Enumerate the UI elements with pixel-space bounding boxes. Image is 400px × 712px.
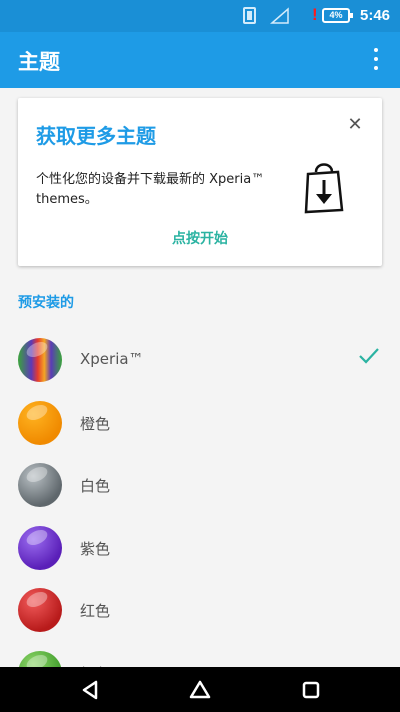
clock: 5:46 bbox=[360, 7, 391, 24]
theme-preview-icon bbox=[18, 525, 62, 570]
close-icon[interactable]: ✕ bbox=[344, 114, 366, 136]
promo-card-title: 获取更多主题 bbox=[36, 124, 156, 148]
theme-preview-icon bbox=[18, 463, 62, 507]
start-button[interactable]: 点按开始 bbox=[18, 228, 382, 248]
more-vert-icon[interactable] bbox=[368, 46, 384, 74]
section-header-preinstalled: 预安装的 bbox=[18, 295, 74, 311]
theme-item[interactable]: 白色 bbox=[0, 463, 400, 525]
signal-icon bbox=[270, 7, 289, 24]
theme-item[interactable]: 橙色 bbox=[0, 400, 400, 463]
battery-icon: 4% bbox=[322, 8, 353, 23]
theme-preview-icon bbox=[18, 338, 62, 382]
theme-label: 红色 bbox=[80, 602, 111, 620]
theme-item[interactable]: Xperia™ bbox=[0, 338, 400, 400]
theme-preview-icon bbox=[18, 588, 62, 632]
sim-icon bbox=[243, 7, 256, 24]
home-icon[interactable] bbox=[187, 677, 213, 703]
theme-item[interactable]: 红色 bbox=[0, 588, 400, 650]
theme-label: 橙色 bbox=[80, 414, 111, 433]
theme-item[interactable]: 紫色 bbox=[0, 525, 400, 588]
promo-card: 获取更多主题 ✕ 个性化您的设备并下载最新的 Xperia™ themes。 点… bbox=[18, 98, 382, 266]
theme-preview-icon bbox=[18, 400, 62, 445]
check-icon bbox=[359, 348, 379, 364]
navigation-bar bbox=[0, 667, 400, 712]
status-bar: ! 4% 5:46 bbox=[0, 0, 400, 32]
promo-card-description: 个性化您的设备并下载最新的 Xperia™ themes。 bbox=[36, 172, 265, 207]
theme-label: 紫色 bbox=[80, 539, 111, 558]
theme-label: 白色 bbox=[80, 477, 111, 495]
recents-icon[interactable] bbox=[298, 677, 324, 703]
alert-icon: ! bbox=[312, 5, 318, 24]
app-bar: 主题 bbox=[0, 32, 400, 88]
shopping-bag-download-icon bbox=[304, 163, 344, 214]
theme-label: Xperia™ bbox=[80, 350, 144, 368]
page-title: 主题 bbox=[18, 50, 60, 74]
back-icon[interactable] bbox=[78, 677, 104, 703]
